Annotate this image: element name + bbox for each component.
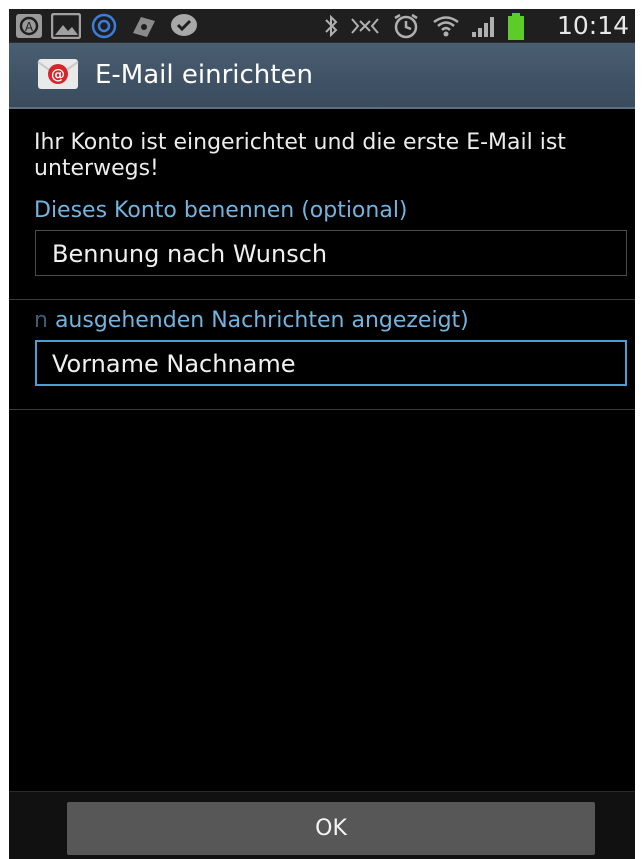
- sender-name-field[interactable]: Vorname Nachname: [35, 340, 627, 386]
- ok-button[interactable]: OK: [67, 802, 595, 855]
- sync-icon: [91, 13, 117, 39]
- sender-name-value: Vorname Nachname: [52, 350, 296, 378]
- checkmark-icon: [171, 14, 197, 36]
- phone-screen: A 10:14 @ E-Mail einrichten Ihr Konto is…: [9, 9, 635, 859]
- android-icon: A: [16, 14, 42, 38]
- sender-name-label: n ausgehenden Nachrichten angezeigt): [34, 307, 634, 335]
- alarm-icon: [394, 13, 418, 39]
- signal-icon: [472, 17, 494, 37]
- wifi-icon: [433, 16, 459, 37]
- setup-complete-message: Ihr Konto ist eingerichtet und die erste…: [34, 130, 566, 181]
- bottom-button-bar: OK: [9, 791, 635, 859]
- divider: [9, 299, 635, 300]
- divider: [9, 409, 635, 410]
- nfc-icon: [351, 18, 379, 34]
- action-bar: @ E-Mail einrichten: [9, 43, 635, 109]
- account-name-value: Bennung nach Wunsch: [52, 240, 328, 268]
- sender-name-label-text: ausgehenden Nachrichten angezeigt): [47, 308, 469, 333]
- account-name-field[interactable]: Bennung nach Wunsch: [35, 230, 627, 276]
- account-name-label: Dieses Konto benennen (optional): [34, 198, 408, 223]
- sender-name-label-faded-part: n: [34, 308, 48, 333]
- email-app-icon: @: [37, 59, 79, 89]
- status-bar: A 10:14: [9, 9, 635, 43]
- page-title: E-Mail einrichten: [95, 60, 313, 90]
- svg-text:@: @: [51, 67, 65, 83]
- maps-icon: [133, 17, 155, 37]
- bluetooth-icon: [325, 14, 338, 38]
- svg-text:A: A: [25, 20, 34, 34]
- battery-icon: [508, 13, 524, 40]
- status-time: 10:14: [556, 11, 629, 40]
- gallery-icon: [51, 13, 81, 39]
